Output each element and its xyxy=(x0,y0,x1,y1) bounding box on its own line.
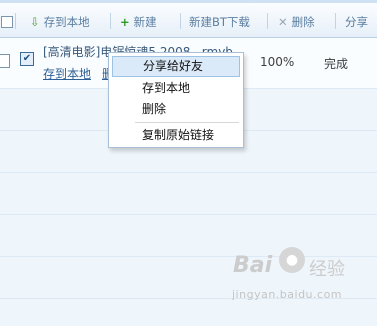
plus-icon: + xyxy=(120,15,130,29)
delete-button[interactable]: ✕ 删除 xyxy=(278,14,315,30)
context-menu: 分享给好友 存到本地 删除 复制原始链接 xyxy=(108,52,244,148)
menu-item-save-local[interactable]: 存到本地 xyxy=(112,79,240,98)
menu-item-delete[interactable]: 删除 xyxy=(112,100,240,119)
menu-item-label: 分享给好友 xyxy=(143,59,204,73)
toolbar-divider xyxy=(335,13,336,29)
share-label: 分享 xyxy=(345,15,368,29)
menu-item-label: 存到本地 xyxy=(142,81,191,95)
delete-label: 删除 xyxy=(291,15,315,29)
toolbar: ⇩ 存到本地 + 新建 新建BT下载 ✕ 删除 分享 xyxy=(0,3,377,38)
toolbar-divider xyxy=(15,13,16,29)
toolbar-divider xyxy=(180,13,181,29)
menu-item-share-to-friend[interactable]: 分享给好友 xyxy=(112,56,240,77)
x-icon: ✕ xyxy=(278,15,288,29)
new-task-label: 新建 xyxy=(133,15,157,29)
save-local-button[interactable]: ⇩ 存到本地 xyxy=(30,14,90,30)
save-local-label: 存到本地 xyxy=(43,15,90,29)
menu-item-label: 删除 xyxy=(142,102,167,116)
task-progress: 100% xyxy=(260,55,295,69)
row-checkbox[interactable] xyxy=(0,54,10,68)
new-bt-download-label: 新建BT下载 xyxy=(189,15,250,29)
menu-item-label: 复制原始链接 xyxy=(142,128,215,142)
task-checkbox[interactable]: ✔ xyxy=(20,52,34,66)
baidu-jingyan-watermark: Bai ● 经验 jingyan.baidu.com xyxy=(225,247,355,307)
toolbar-divider xyxy=(110,13,111,29)
paw-icon: ● xyxy=(279,247,305,273)
watermark-logo-text: Bai xyxy=(233,253,273,278)
watermark-logo-suffix: 经验 xyxy=(309,259,345,280)
new-task-button[interactable]: + 新建 xyxy=(120,14,157,30)
task-status: 完成 xyxy=(324,57,349,71)
toolbar-divider xyxy=(267,13,268,29)
task-save-local-link[interactable]: 存到本地 xyxy=(43,65,91,82)
menu-divider xyxy=(135,122,239,123)
share-button[interactable]: 分享 xyxy=(345,14,368,30)
menu-item-copy-original-link[interactable]: 复制原始链接 xyxy=(112,126,240,145)
new-bt-download-button[interactable]: 新建BT下载 xyxy=(189,14,250,30)
watermark-url: jingyan.baidu.com xyxy=(232,288,343,301)
select-all-checkbox[interactable] xyxy=(1,16,13,28)
download-arrow-icon: ⇩ xyxy=(30,15,40,29)
empty-row xyxy=(0,173,377,215)
